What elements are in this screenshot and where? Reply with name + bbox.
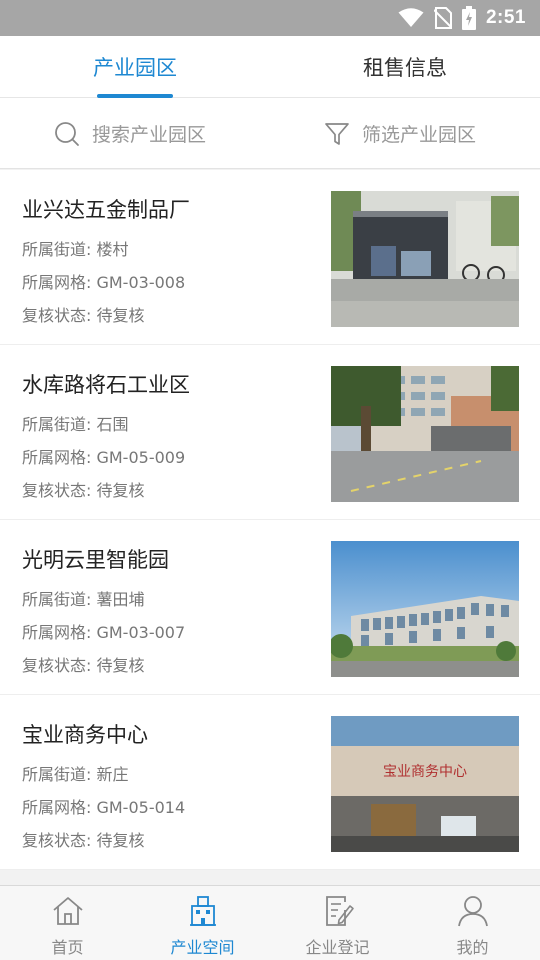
filter-button[interactable]: 筛选产业园区 [324,98,476,169]
park-review-status: 复核状态: 待复核 [22,306,145,325]
park-title: 光明云里智能园 [22,548,169,572]
user-icon [457,896,488,927]
building-icon [189,896,216,926]
park-list: 业兴达五金制品厂 所属街道: 楼村 所属网格: GM-03-008 复核状态: … [0,170,540,870]
nav-home[interactable]: 首页 [0,886,135,960]
park-review-status: 复核状态: 待复核 [22,656,145,675]
wifi-icon [398,8,424,27]
park-list-item[interactable]: 光明云里智能园 所属街道: 薯田埔 所属网格: GM-03-007 复核状态: … [0,520,540,695]
nav-industrial-space[interactable]: 产业空间 [135,886,270,960]
park-title: 水库路将石工业区 [22,373,190,397]
battery-icon [461,6,476,30]
park-title: 业兴达五金制品厂 [22,198,190,222]
park-street: 所属街道: 新庄 [22,765,129,784]
status-icons: 2:51 [398,0,526,36]
search-filter-bar: 搜索产业园区 筛选产业园区 [0,98,540,169]
nav-home-label: 首页 [51,938,84,957]
nav-industrial-space-label: 产业空间 [170,938,235,957]
park-grid: 所属网格: GM-03-007 [22,623,186,642]
park-list-item[interactable]: 水库路将石工业区 所属街道: 石围 所属网格: GM-05-009 复核状态: … [0,345,540,520]
park-street: 所属街道: 楼村 [22,240,129,259]
top-tabs: 产业园区 租售信息 [0,36,540,98]
building-sign-text: 宝业商务中心 [383,764,467,780]
status-bar: 2:51 [0,0,540,36]
tab-industrial-parks[interactable]: 产业园区 [0,36,270,98]
filter-icon [325,122,349,145]
register-icon [325,896,354,926]
park-review-status: 复核状态: 待复核 [22,831,145,850]
park-street: 所属街道: 薯田埔 [22,590,145,609]
park-photo [331,541,519,677]
nav-mine-label: 我的 [456,938,489,957]
park-street: 所属街道: 石围 [22,415,129,434]
park-photo [331,366,519,502]
search-icon [55,121,79,146]
bottom-nav: 首页 产业空间 企业登记 我的 [0,885,540,960]
nav-enterprise-register[interactable]: 企业登记 [270,886,405,960]
park-review-status: 复核状态: 待复核 [22,481,145,500]
no-sim-icon [433,7,452,29]
park-list-item[interactable]: 业兴达五金制品厂 所属街道: 楼村 所属网格: GM-03-008 复核状态: … [0,170,540,345]
home-icon [52,897,83,925]
park-list-item[interactable]: 宝业商务中心 所属街道: 新庄 所属网格: GM-05-014 复核状态: 待复… [0,695,540,870]
park-grid: 所属网格: GM-05-014 [22,798,186,817]
park-grid: 所属网格: GM-03-008 [22,273,186,292]
status-time: 2:51 [485,7,526,28]
park-photo: 宝业商务中心 [331,716,519,852]
filter-label: 筛选产业园区 [362,124,477,146]
park-photo [331,191,519,327]
tab-rent-sale-info[interactable]: 租售信息 [270,36,540,98]
nav-enterprise-register-label: 企业登记 [305,938,370,957]
search-button[interactable]: 搜索产业园区 [54,98,206,169]
search-label: 搜索产业园区 [92,124,207,146]
nav-mine[interactable]: 我的 [405,886,540,960]
park-grid: 所属网格: GM-05-009 [22,448,186,467]
park-title: 宝业商务中心 [22,723,148,747]
